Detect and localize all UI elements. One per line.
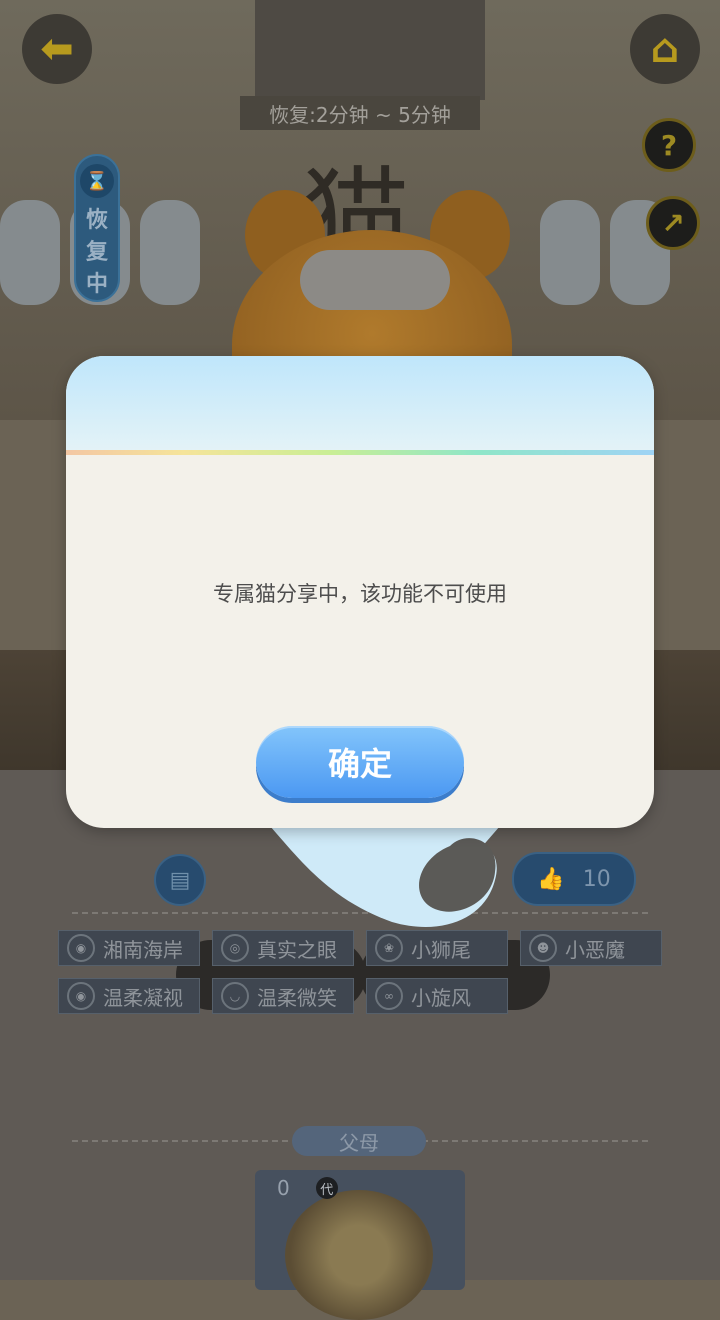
home-icon: ⌂: [650, 26, 680, 72]
parent-avatar: [285, 1190, 433, 1320]
confirm-button[interactable]: 确定: [256, 726, 464, 798]
trait-icon: ∞: [375, 982, 403, 1010]
trait-icon: ◎: [221, 934, 249, 962]
trait-icon: ◡: [221, 982, 249, 1010]
trait-icon: ◉: [67, 982, 95, 1010]
parents-section-label: 父母: [292, 1126, 426, 1156]
home-button[interactable]: ⌂: [630, 14, 700, 84]
trait-label: 温柔微笑: [257, 985, 337, 1010]
thumbs-up-icon: 👍: [537, 866, 565, 892]
save-icon: ▤: [169, 867, 191, 893]
trait-tag[interactable]: ◉ 温柔凝视: [58, 978, 200, 1014]
dialog-header: [66, 356, 654, 452]
recover-status-badge: ⌛ 恢 复 中: [74, 154, 120, 302]
like-count: 10: [582, 866, 611, 892]
hourglass-icon: ⌛: [80, 164, 114, 198]
trait-tag[interactable]: ∞ 小旋风: [366, 978, 508, 1014]
share-button[interactable]: ↗: [646, 196, 700, 250]
trait-label: 真实之眼: [257, 937, 337, 962]
trait-label: 湘南海岸: [103, 937, 183, 962]
lantern: [140, 200, 200, 305]
help-icon: ?: [660, 128, 678, 162]
trait-label: 小旋风: [411, 985, 471, 1010]
back-arrow-icon: ⬅: [40, 26, 74, 72]
section-divider: [72, 912, 648, 914]
share-icon: ↗: [661, 206, 685, 240]
recover-status-char: 中: [85, 272, 108, 297]
generation-value: 0: [277, 1176, 290, 1200]
dialog-rainbow-divider: [66, 450, 654, 455]
trait-tag[interactable]: ◡ 温柔微笑: [212, 978, 354, 1014]
generation-indicator: 0 代: [277, 1176, 338, 1200]
trait-label: 小恶魔: [565, 937, 625, 962]
trait-tag[interactable]: ◎ 真实之眼: [212, 930, 354, 966]
generation-badge: 代: [315, 1177, 338, 1199]
trait-tag[interactable]: ❀ 小狮尾: [366, 930, 508, 966]
trait-label: 温柔凝视: [103, 985, 183, 1010]
trait-icon: ❀: [375, 934, 403, 962]
trait-icon: ☻: [529, 934, 557, 962]
recover-time-label: 恢复:2分钟 ~ 5分钟: [240, 96, 480, 130]
alert-dialog: 专属猫分享中，该功能不可使用 确定: [66, 356, 654, 828]
trait-tag[interactable]: ◉ 湘南海岸: [58, 930, 200, 966]
help-button[interactable]: ?: [642, 118, 696, 172]
shop-curtain: [255, 0, 485, 100]
lantern: [0, 200, 60, 305]
save-button[interactable]: ▤: [154, 854, 206, 906]
trait-label: 小狮尾: [411, 937, 471, 962]
like-button[interactable]: 👍 10: [512, 852, 636, 906]
recover-status-char: 复: [85, 240, 108, 265]
trait-tag[interactable]: ☻ 小恶魔: [520, 930, 662, 966]
back-button[interactable]: ⬅: [22, 14, 92, 84]
lantern: [540, 200, 600, 305]
recover-status-char: 恢: [85, 208, 108, 233]
parent-card[interactable]: 0 代: [255, 1170, 465, 1320]
cat-cap: [300, 250, 450, 310]
dialog-message: 专属猫分享中，该功能不可使用: [213, 582, 507, 606]
trait-icon: ◉: [67, 934, 95, 962]
